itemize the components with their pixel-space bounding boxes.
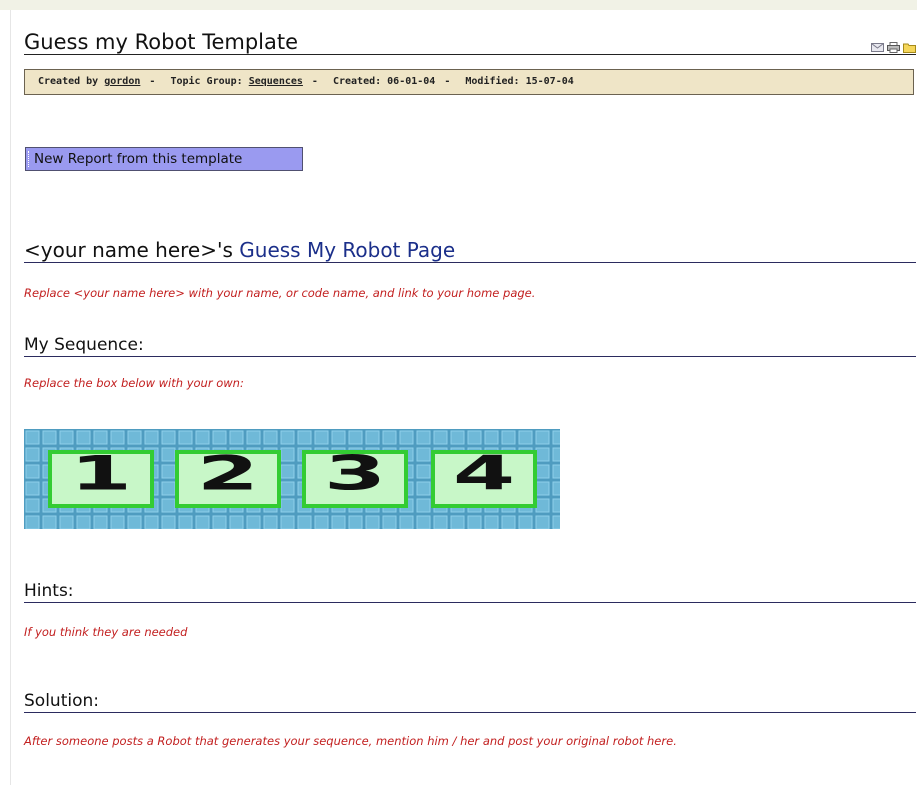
sequence-tile: 4 [431, 445, 537, 508]
sequence-tile: 1 [48, 445, 154, 508]
print-icon[interactable] [887, 38, 900, 53]
new-report-button-label: New Report from this template [34, 151, 243, 167]
new-report-button[interactable]: New Report from this template [25, 147, 303, 171]
svg-text:1: 1 [70, 445, 132, 501]
sequence-tile: 2 [175, 445, 281, 508]
topic-group-link[interactable]: Sequences [249, 76, 303, 87]
title-row: Guess my Robot Template [24, 30, 916, 55]
page-title: Guess my Robot Template [24, 30, 299, 54]
title-icons [871, 38, 916, 53]
meta-separator: - [149, 76, 156, 87]
folder-icon[interactable] [903, 38, 916, 53]
sequence-tile: 3 [302, 445, 408, 508]
svg-text:3: 3 [324, 445, 386, 501]
topic-group-label: Topic Group: [170, 76, 243, 87]
created-date: Created: 06-01-04 [332, 76, 436, 87]
hints-note: If you think they are needed [24, 625, 188, 639]
page-left-edge [10, 10, 11, 785]
sequence-image: 1 2 3 4 [24, 429, 560, 529]
modified-date: Modified: 15-07-04 [465, 76, 574, 87]
button-grip-icon [28, 151, 32, 167]
mail-icon[interactable] [871, 38, 884, 52]
heading-name-placeholder: <your name here>'s [24, 238, 233, 262]
sequence-note: Replace the box below with your own: [24, 376, 244, 390]
hints-heading: Hints: [24, 580, 916, 603]
svg-text:2: 2 [197, 445, 259, 501]
solution-note: After someone posts a Robot that generat… [24, 734, 677, 748]
created-by-label: Created by [38, 76, 99, 87]
solution-heading: Solution: [24, 690, 916, 713]
heading-title-text: Guess My Robot Page [232, 238, 456, 262]
top-strip [0, 0, 917, 10]
author-link[interactable]: gordon [104, 76, 140, 87]
robot-page-heading: <your name here>'s Guess My Robot Page [24, 238, 916, 263]
meta-separator: - [311, 76, 318, 87]
meta-separator: - [444, 76, 451, 87]
heading-note: Replace <your name here> with your name,… [24, 286, 536, 300]
meta-bar: Created by gordon - Topic Group: Sequence… [24, 69, 914, 95]
svg-text:4: 4 [453, 445, 515, 501]
sequence-heading: My Sequence: [24, 334, 916, 357]
